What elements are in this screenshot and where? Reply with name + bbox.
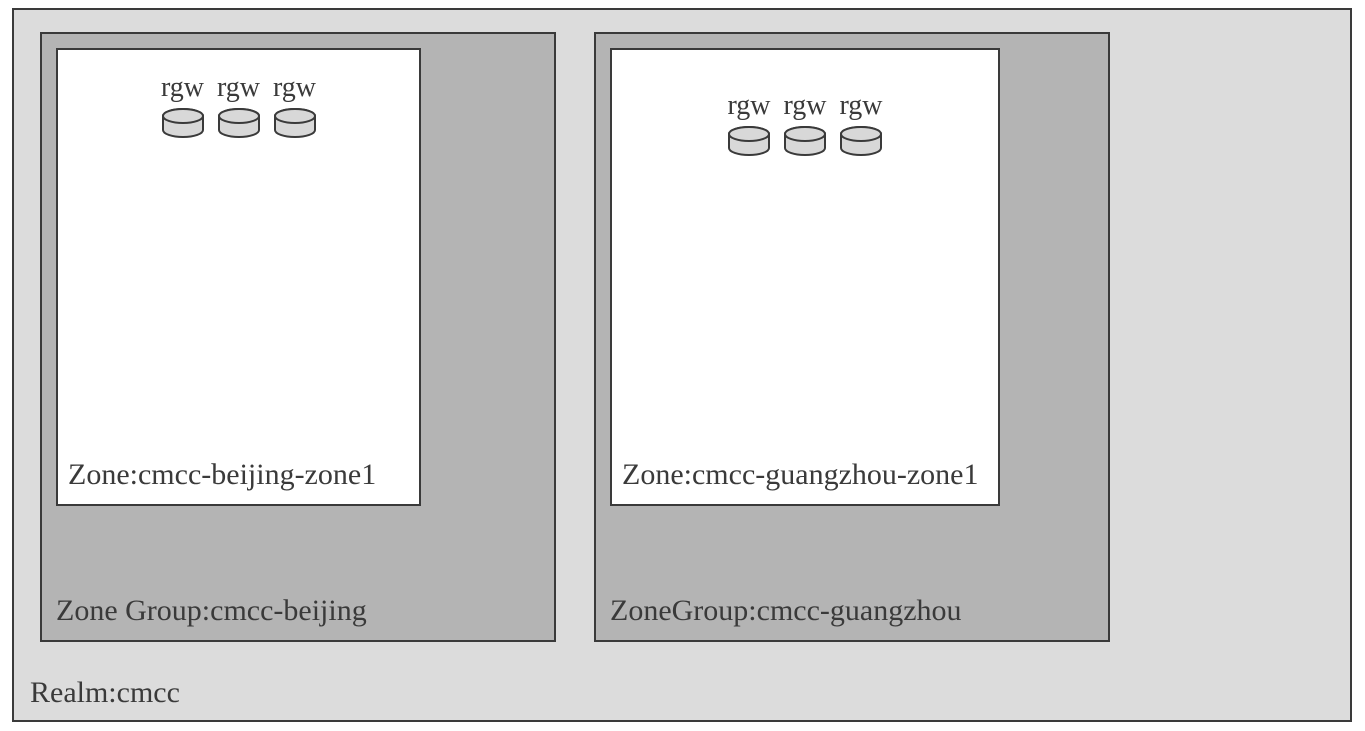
zone-beijing: rgw rgw bbox=[56, 48, 421, 506]
cylinder-icon bbox=[783, 126, 827, 156]
rgw-label: rgw bbox=[217, 72, 260, 104]
rgw-instance: rgw bbox=[727, 90, 771, 156]
rgw-instance: rgw bbox=[161, 72, 205, 138]
rgw-label: rgw bbox=[727, 90, 770, 122]
rgw-row-guangzhou: rgw rgw bbox=[612, 90, 998, 156]
rgw-instance: rgw bbox=[217, 72, 261, 138]
zonegroup-beijing: rgw rgw bbox=[40, 32, 556, 642]
rgw-instance: rgw bbox=[273, 72, 317, 138]
zonegroup-label: ZoneGroup:cmcc-guangzhou bbox=[610, 594, 962, 628]
zone-guangzhou: rgw rgw bbox=[610, 48, 1000, 506]
zone-label: Zone:cmcc-beijing-zone1 bbox=[68, 458, 376, 492]
realm-container: rgw rgw bbox=[12, 8, 1352, 722]
rgw-label: rgw bbox=[839, 90, 882, 122]
rgw-instance: rgw bbox=[839, 90, 883, 156]
cylinder-icon bbox=[727, 126, 771, 156]
cylinder-icon bbox=[273, 108, 317, 138]
realm-label: Realm:cmcc bbox=[30, 676, 180, 710]
cylinder-icon bbox=[839, 126, 883, 156]
rgw-label: rgw bbox=[273, 72, 316, 104]
rgw-row-beijing: rgw rgw bbox=[58, 72, 419, 138]
zonegroups-row: rgw rgw bbox=[40, 32, 1110, 642]
zone-label: Zone:cmcc-guangzhou-zone1 bbox=[622, 458, 979, 492]
rgw-label: rgw bbox=[161, 72, 204, 104]
cylinder-icon bbox=[161, 108, 205, 138]
rgw-instance: rgw bbox=[783, 90, 827, 156]
cylinder-icon bbox=[217, 108, 261, 138]
zonegroup-guangzhou: rgw rgw bbox=[594, 32, 1110, 642]
zonegroup-label: Zone Group:cmcc-beijing bbox=[56, 594, 367, 628]
rgw-label: rgw bbox=[783, 90, 826, 122]
